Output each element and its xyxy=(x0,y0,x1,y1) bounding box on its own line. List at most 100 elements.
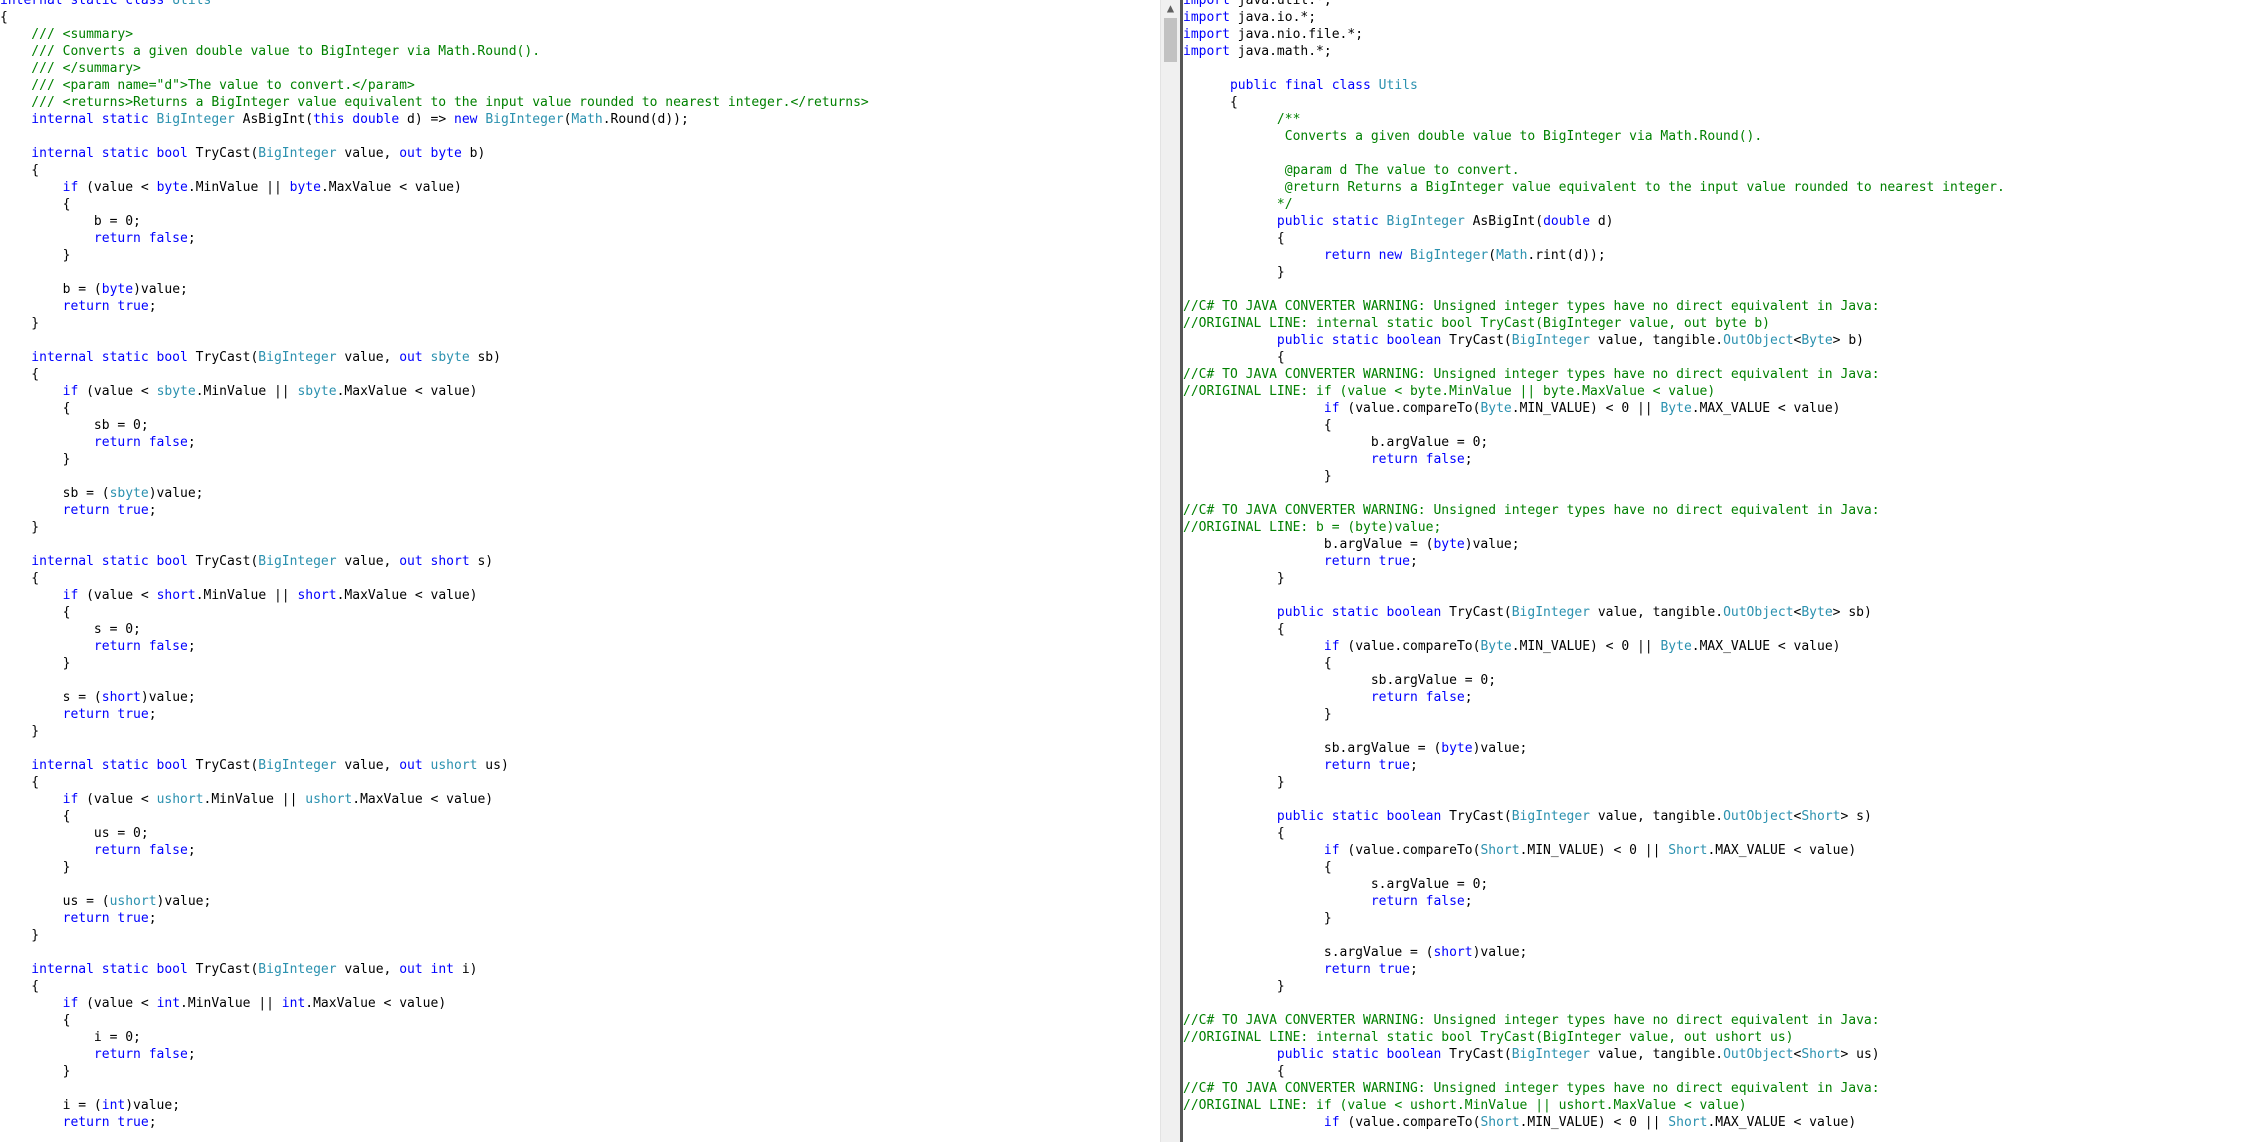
code-token: value, tangible. xyxy=(1590,605,1724,620)
code-token: s) xyxy=(469,554,494,569)
code-token: (value < xyxy=(78,180,157,195)
code-token: value, xyxy=(336,962,400,977)
code-line: internal static class Utils xyxy=(0,0,869,9)
code-token: public static boolean xyxy=(1183,1047,1442,1062)
vertical-scrollbar[interactable]: ▲ xyxy=(1160,0,1180,1142)
code-line: if (value < byte.MinValue || byte.MaxVal… xyxy=(0,179,869,196)
code-token: b.argValue = 0; xyxy=(1183,435,1489,450)
code-token: } xyxy=(1183,775,1285,790)
code-token: java.math.*; xyxy=(1229,44,1332,59)
code-token: return new xyxy=(1183,248,1410,263)
code-line: public static boolean TryCast(BigInteger… xyxy=(1183,808,2005,825)
code-token: .MinValue || xyxy=(187,180,290,195)
code-line: } xyxy=(0,859,869,876)
code-token: } xyxy=(1183,469,1332,484)
code-line: //ORIGINAL LINE: internal static bool Tr… xyxy=(1183,315,2005,332)
code-line: @return Returns a BigInteger value equiv… xyxy=(1183,179,2005,196)
code-token: ; xyxy=(187,639,196,654)
code-token: ; xyxy=(1464,894,1473,909)
code-line: internal static bool TryCast(BigInteger … xyxy=(0,961,869,978)
code-token: { xyxy=(1183,656,1332,671)
code-token: if xyxy=(1183,401,1340,416)
code-token: i = 0; xyxy=(0,1030,141,1045)
code-token: s = ( xyxy=(0,690,102,705)
code-token: out byte xyxy=(399,146,462,161)
code-token: import xyxy=(1183,10,1230,25)
code-token: )value; xyxy=(1472,945,1528,960)
code-token: java.nio.file.*; xyxy=(1229,27,1364,42)
code-line: public static boolean TryCast(BigInteger… xyxy=(1183,604,2005,621)
code-token: } xyxy=(0,1064,71,1079)
java-code-pane[interactable]: import java.util.*; import java.io.*; impo… xyxy=(1183,0,2257,1142)
code-token: Byte xyxy=(1660,639,1692,654)
code-token: } xyxy=(1183,265,1285,280)
code-token: } xyxy=(1183,571,1285,586)
code-line: s.argValue = (short)value; xyxy=(1183,944,2005,961)
code-line: //C# TO JAVA CONVERTER WARNING: Unsigned… xyxy=(1183,1012,2005,1029)
code-token: sb) xyxy=(469,350,501,365)
code-token: /// <param name="d">The value to convert… xyxy=(0,78,415,93)
code-line: import java.util.*; xyxy=(1183,0,2005,9)
csharp-code-pane[interactable]: internal static class Utils{ /// <summar… xyxy=(0,0,1158,1142)
code-line: } xyxy=(1183,570,2005,587)
code-token: OutObject xyxy=(1723,605,1794,620)
code-token: ; xyxy=(1409,758,1418,773)
code-line: } xyxy=(0,247,869,264)
code-token: )value; xyxy=(140,690,196,705)
code-line: return true; xyxy=(1183,553,2005,570)
code-line: //C# TO JAVA CONVERTER WARNING: Unsigned… xyxy=(1183,366,2005,383)
code-line: } xyxy=(1183,264,2005,281)
code-token: us) xyxy=(477,758,509,773)
code-token: return false xyxy=(1183,452,1465,467)
code-line: } xyxy=(1183,774,2005,791)
code-token: Short xyxy=(1668,843,1708,858)
code-line: if (value < sbyte.MinValue || sbyte.MaxV… xyxy=(0,383,869,400)
code-token: { xyxy=(1183,350,1285,365)
code-token: )value; xyxy=(156,894,212,909)
code-token: } xyxy=(1183,979,1285,994)
csharp-code-editor[interactable]: internal static class Utils{ /// <summar… xyxy=(0,0,869,1131)
code-token: ; xyxy=(148,707,157,722)
code-token: BigInteger xyxy=(1409,248,1489,263)
code-token: //ORIGINAL LINE: if (value < byte.MinVal… xyxy=(1183,384,1716,399)
code-token: } xyxy=(0,724,40,739)
chevron-up-icon[interactable]: ▲ xyxy=(1161,0,1180,17)
code-token: .MAX_VALUE < value) xyxy=(1707,1115,1857,1130)
code-token: Short xyxy=(1668,1115,1708,1130)
code-line: } xyxy=(1183,468,2005,485)
code-line: public final class Utils xyxy=(1183,77,2005,94)
code-line: //ORIGINAL LINE: internal static bool Tr… xyxy=(1183,1029,2005,1046)
code-token: s = 0; xyxy=(0,622,141,637)
code-token: BigInteger xyxy=(1386,214,1465,229)
code-token: return false xyxy=(0,1047,188,1062)
code-line: { xyxy=(0,1012,869,1029)
code-line: //ORIGINAL LINE: if (value < ushort.MinV… xyxy=(1183,1097,2005,1114)
code-token: ; xyxy=(187,843,196,858)
code-line: { xyxy=(1183,1063,2005,1080)
code-token: /// <returns>Returns a BigInteger value … xyxy=(0,95,869,110)
code-line: { xyxy=(1183,230,2005,247)
code-line: return false; xyxy=(0,434,869,451)
code-token: d) => xyxy=(399,112,454,127)
code-token: TryCast( xyxy=(1441,605,1512,620)
code-line: s = 0; xyxy=(0,621,869,638)
code-token: value, tangible. xyxy=(1590,1047,1724,1062)
code-token: .MaxValue < value) xyxy=(320,180,462,195)
code-token: sb.argValue = ( xyxy=(1183,741,1442,756)
code-token: Short xyxy=(1801,1047,1841,1062)
scrollbar-thumb[interactable] xyxy=(1164,18,1177,62)
code-line: if (value.compareTo(Short.MIN_VALUE) < 0… xyxy=(1183,1114,2005,1131)
code-token: .MIN_VALUE) < 0 || xyxy=(1511,401,1661,416)
code-token: Utils xyxy=(1378,78,1418,93)
code-token: internal static bool xyxy=(0,350,188,365)
code-line: { xyxy=(0,366,869,383)
java-code-editor[interactable]: import java.util.*; import java.io.*; impo… xyxy=(1183,0,2005,1131)
code-token: sbyte xyxy=(297,384,337,399)
